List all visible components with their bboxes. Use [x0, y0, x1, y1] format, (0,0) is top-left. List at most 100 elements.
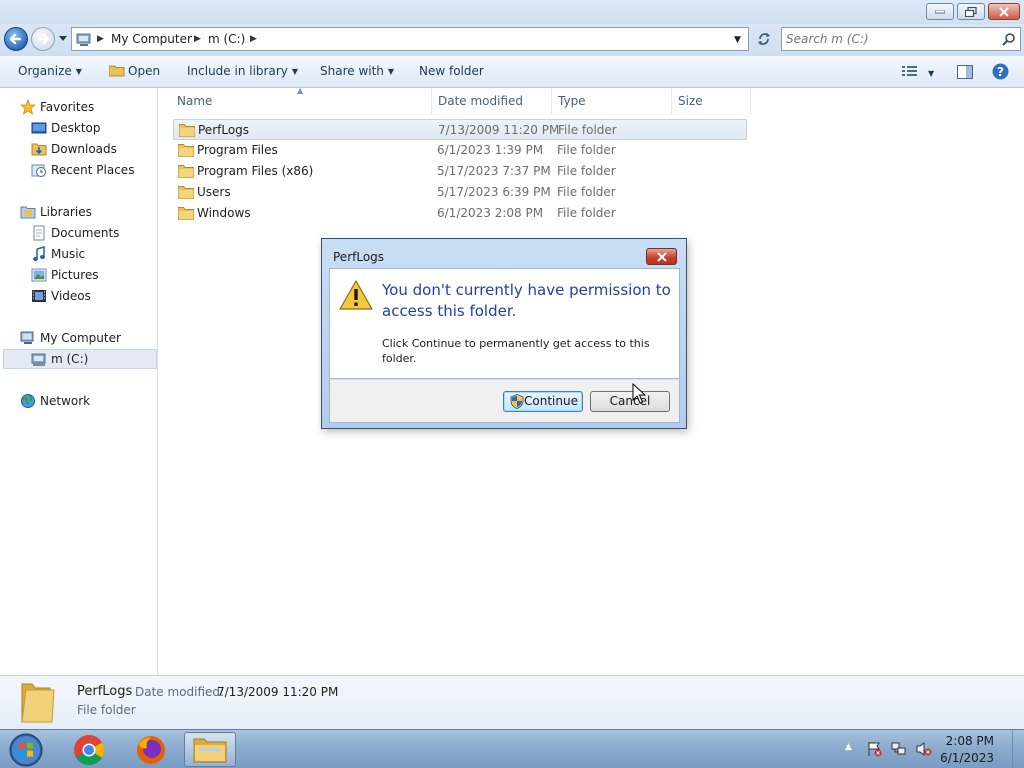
- column-header-name[interactable]: Name: [177, 94, 212, 108]
- column-divider[interactable]: [750, 88, 751, 114]
- nav-item-label: Downloads: [51, 142, 117, 156]
- documents-icon: [33, 225, 45, 241]
- clock-date[interactable]: 6/1/2023: [930, 751, 994, 765]
- taskbar-windows-explorer[interactable]: [184, 732, 236, 767]
- continue-button[interactable]: Continue: [503, 391, 583, 412]
- file-row[interactable]: Windows 6/1/2023 2:08 PM File folder: [173, 203, 747, 224]
- downloads-folder-icon: [31, 143, 47, 156]
- network-globe-icon: [21, 394, 35, 408]
- details-item-name: PerfLogs: [77, 684, 133, 699]
- preview-pane-icon: [957, 65, 973, 79]
- column-divider[interactable]: [671, 88, 672, 114]
- back-arrow-icon: [9, 33, 22, 45]
- breadcrumb-separator-icon[interactable]: ▶: [194, 34, 201, 44]
- file-date-modified: 7/13/2009 11:20 PM: [438, 123, 560, 137]
- nav-favorites-label: Favorites: [40, 100, 95, 114]
- breadcrumb-my-computer[interactable]: My Computer: [111, 32, 192, 46]
- nav-item-label: Videos: [51, 289, 91, 303]
- taskbar-firefox[interactable]: [125, 732, 177, 767]
- dialog-title: PerfLogs: [333, 250, 385, 264]
- column-header-date-modified[interactable]: Date modified: [438, 94, 523, 108]
- warning-icon: [339, 280, 373, 310]
- refresh-button[interactable]: [752, 27, 776, 51]
- column-header-type[interactable]: Type: [558, 94, 586, 108]
- share-with-button[interactable]: Share with ▼: [320, 64, 394, 78]
- navigation-pane: Favorites Desktop Downloads Recent Place…: [0, 88, 158, 675]
- mouse-pointer-icon: [632, 383, 646, 404]
- music-icon: [33, 246, 45, 261]
- show-desktop-button[interactable]: [1012, 730, 1024, 768]
- help-button[interactable]: ?: [992, 63, 1009, 83]
- minimize-icon: [935, 9, 945, 13]
- column-header-size[interactable]: Size: [678, 94, 703, 108]
- file-name: Program Files: [197, 143, 278, 157]
- address-bar[interactable]: ▶ My Computer ▶ m (C:) ▶ ▼: [71, 27, 749, 51]
- address-history-dropdown-icon[interactable]: ▼: [734, 35, 741, 45]
- chrome-icon: [74, 735, 105, 766]
- back-button[interactable]: [4, 27, 28, 51]
- open-folder-icon: [108, 65, 125, 77]
- breadcrumb-separator-icon[interactable]: ▶: [97, 34, 104, 44]
- column-divider[interactable]: [551, 88, 552, 114]
- clock-time[interactable]: 2:08 PM: [930, 734, 994, 748]
- taskbar: ▲ 2:08 PM 6/1/2023: [0, 729, 1024, 768]
- minimize-button[interactable]: [926, 3, 954, 20]
- file-row[interactable]: Users 5/17/2023 6:39 PM File folder: [173, 182, 747, 203]
- breadcrumb-separator-icon[interactable]: ▶: [250, 34, 257, 44]
- column-divider[interactable]: [431, 88, 432, 114]
- large-folder-icon: [21, 683, 55, 723]
- search-input[interactable]: [786, 31, 994, 47]
- command-bar: Organize ▼ Open Include in library ▼ Share…: [0, 56, 1024, 88]
- breadcrumb-drive-c[interactable]: m (C:): [208, 32, 245, 46]
- file-type: File folder: [558, 123, 617, 137]
- windows-explorer-icon: [193, 738, 227, 763]
- nav-network-label: Network: [40, 394, 91, 408]
- new-folder-button[interactable]: New folder: [419, 64, 484, 78]
- organize-label: Organize: [18, 64, 72, 78]
- details-pane: PerfLogs Date modified: 7/13/2009 11:20 …: [0, 675, 1024, 729]
- file-name: Program Files (x86): [197, 164, 314, 178]
- open-button[interactable]: Open: [108, 64, 160, 78]
- forward-button[interactable]: [31, 27, 55, 51]
- search-icon[interactable]: [1002, 32, 1016, 46]
- close-icon: [656, 251, 667, 262]
- file-row[interactable]: PerfLogs 7/13/2009 11:20 PM File folder: [173, 119, 747, 140]
- search-box[interactable]: [781, 27, 1021, 51]
- computer-drive-icon: [76, 33, 91, 46]
- close-window-button[interactable]: [988, 3, 1020, 20]
- show-hidden-icons-icon[interactable]: ▲: [845, 742, 852, 752]
- file-date-modified: 5/17/2023 6:39 PM: [437, 185, 551, 199]
- action-center-icon[interactable]: [866, 741, 882, 757]
- folder-icon: [179, 124, 195, 137]
- file-row[interactable]: Program Files (x86) 5/17/2023 7:37 PM Fi…: [173, 161, 747, 182]
- file-type: File folder: [557, 164, 616, 178]
- forward-arrow-icon: [37, 33, 50, 45]
- close-icon: [999, 6, 1009, 17]
- recent-places-icon: [31, 164, 46, 177]
- change-view-button[interactable]: ▼: [902, 65, 934, 80]
- network-status-icon[interactable]: [891, 741, 907, 757]
- include-in-library-button[interactable]: Include in library ▼: [187, 64, 298, 78]
- nav-item-label: m (C:): [51, 352, 89, 366]
- restore-button[interactable]: [957, 3, 985, 20]
- address-row: ▶ My Computer ▶ m (C:) ▶ ▼: [0, 24, 1024, 56]
- libraries-icon: [20, 206, 36, 219]
- restore-icon: [965, 6, 977, 17]
- start-button[interactable]: [6, 731, 46, 768]
- organize-menu-button[interactable]: Organize ▼: [18, 64, 82, 78]
- taskbar-chrome[interactable]: [63, 732, 115, 767]
- dialog-close-button[interactable]: [646, 248, 677, 265]
- nav-libraries-label: Libraries: [40, 205, 92, 219]
- file-type: File folder: [557, 143, 616, 157]
- folder-icon: [178, 144, 194, 157]
- view-list-icon: [902, 66, 917, 76]
- dialog-message: Click Continue to permanently get access…: [382, 337, 650, 365]
- dialog-heading: You don't currently have permission to a…: [382, 281, 671, 320]
- share-with-label: Share with: [320, 64, 384, 78]
- recent-pages-dropdown-icon[interactable]: [58, 32, 68, 44]
- preview-pane-button[interactable]: [957, 65, 973, 82]
- nav-item-label: Music: [51, 247, 86, 261]
- file-type: File folder: [557, 185, 616, 199]
- file-row[interactable]: Program Files 6/1/2023 1:39 PM File fold…: [173, 140, 747, 161]
- cancel-button[interactable]: Cancel: [590, 391, 670, 412]
